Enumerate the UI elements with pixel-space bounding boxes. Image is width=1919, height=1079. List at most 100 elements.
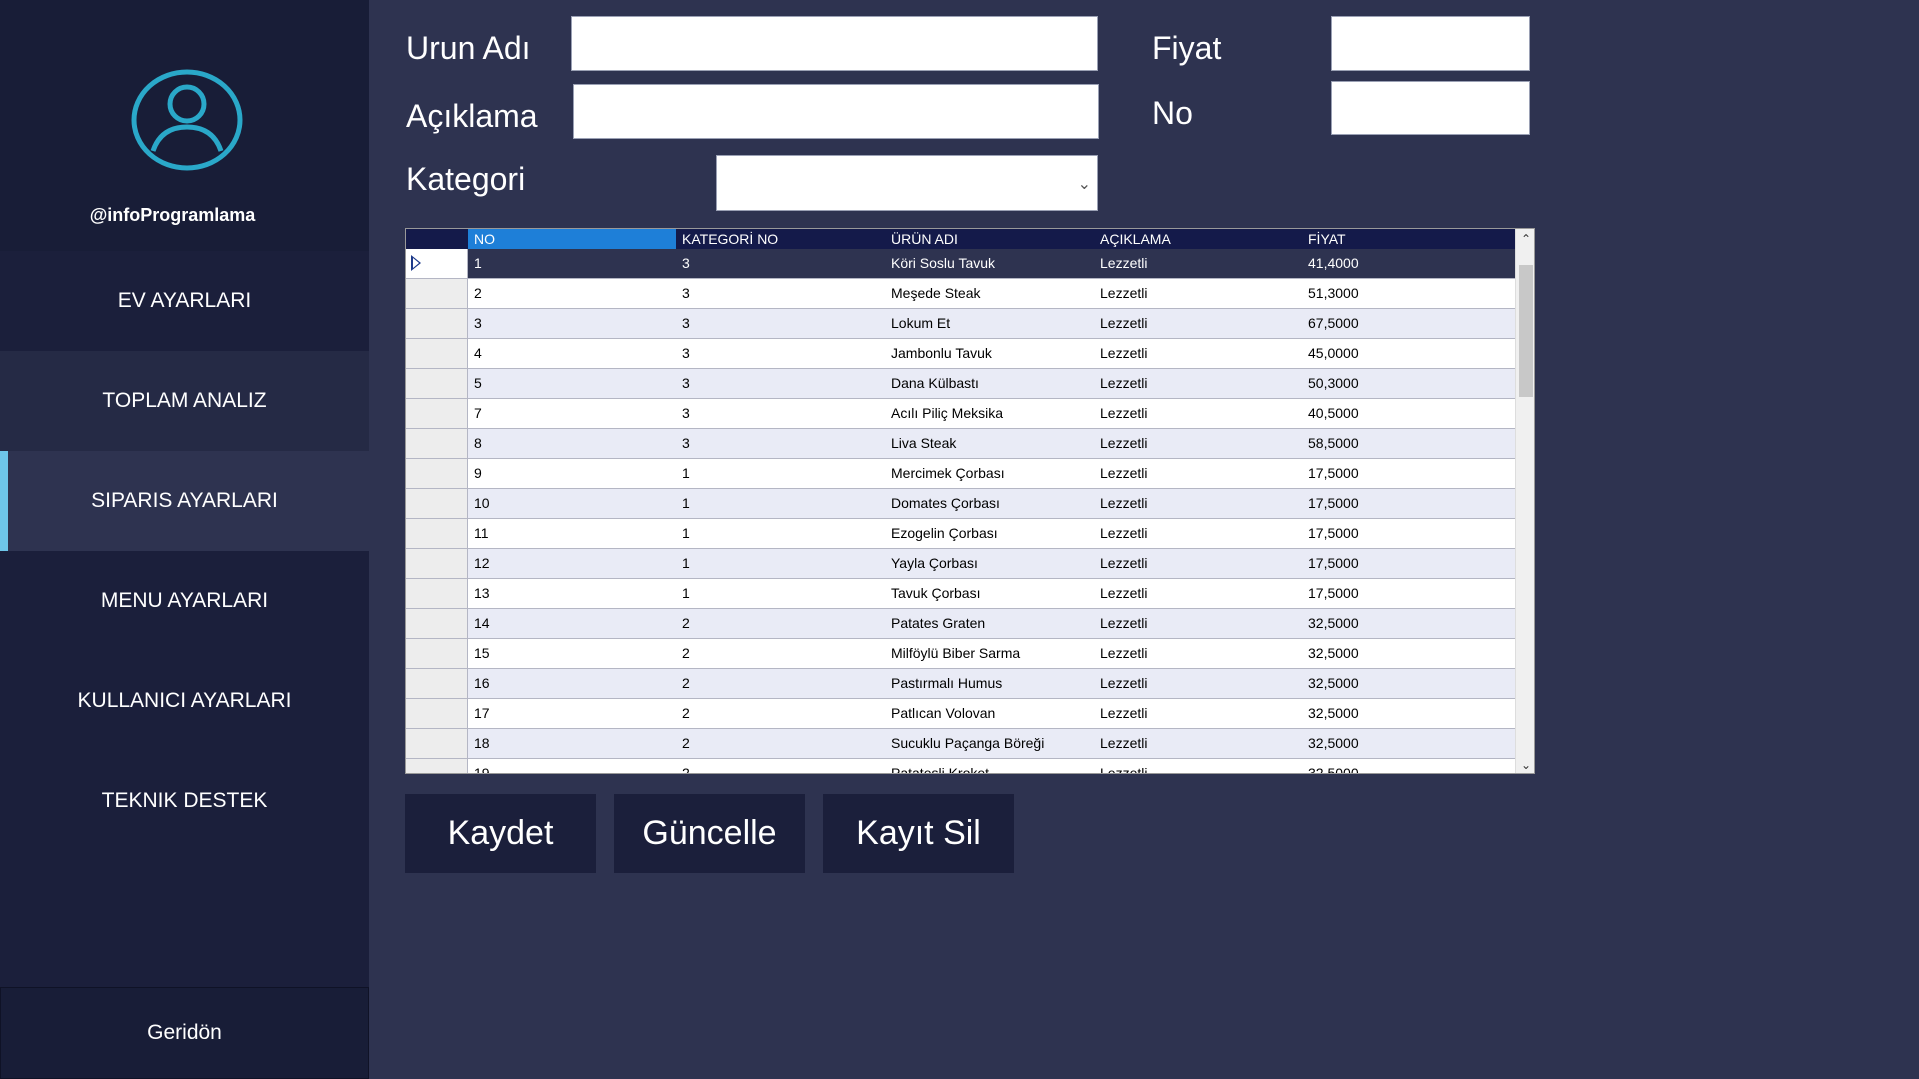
cell-no[interactable]: 3 (468, 309, 676, 338)
row-header[interactable] (406, 609, 468, 638)
cell-aciklama[interactable]: Lezzetli (1094, 339, 1302, 368)
cell-fiyat[interactable]: 32,5000 (1302, 639, 1515, 668)
table-row[interactable]: 7 3 Acılı Piliç Meksika Lezzetli 40,5000 (406, 399, 1515, 429)
table-row[interactable]: 2 3 Meşede Steak Lezzetli 51,3000 (406, 279, 1515, 309)
cell-no[interactable]: 13 (468, 579, 676, 608)
header-kategori-no[interactable]: KATEGORİ NO (676, 229, 885, 249)
chevron-up-icon[interactable]: ⌃ (1516, 229, 1534, 249)
cell-urun-adi[interactable]: Acılı Piliç Meksika (885, 399, 1094, 428)
cell-kategori-no[interactable]: 2 (676, 669, 885, 698)
scroll-thumb[interactable] (1519, 265, 1533, 397)
cell-urun-adi[interactable]: Yayla Çorbası (885, 549, 1094, 578)
cell-fiyat[interactable]: 17,5000 (1302, 489, 1515, 518)
cell-kategori-no[interactable]: 2 (676, 759, 885, 773)
row-header[interactable] (406, 249, 468, 278)
cell-urun-adi[interactable]: Domates Çorbası (885, 489, 1094, 518)
cell-aciklama[interactable]: Lezzetli (1094, 369, 1302, 398)
row-header[interactable] (406, 549, 468, 578)
nav-siparis-ayarlari[interactable]: SIPARIS AYARLARI (0, 451, 369, 551)
cell-urun-adi[interactable]: Mercimek Çorbası (885, 459, 1094, 488)
cell-kategori-no[interactable]: 1 (676, 549, 885, 578)
row-header[interactable] (406, 459, 468, 488)
nav-kullanici-ayarlari[interactable]: KULLANICI AYARLARI (0, 651, 369, 751)
cell-aciklama[interactable]: Lezzetli (1094, 549, 1302, 578)
cell-kategori-no[interactable]: 2 (676, 639, 885, 668)
cell-no[interactable]: 14 (468, 609, 676, 638)
cell-aciklama[interactable]: Lezzetli (1094, 609, 1302, 638)
chevron-down-icon[interactable]: ⌄ (1516, 755, 1534, 773)
cell-aciklama[interactable]: Lezzetli (1094, 249, 1302, 278)
cell-fiyat[interactable]: 51,3000 (1302, 279, 1515, 308)
cell-aciklama[interactable]: Lezzetli (1094, 489, 1302, 518)
cell-fiyat[interactable]: 17,5000 (1302, 579, 1515, 608)
cell-urun-adi[interactable]: Ezogelin Çorbası (885, 519, 1094, 548)
row-header[interactable] (406, 669, 468, 698)
cell-no[interactable]: 12 (468, 549, 676, 578)
products-grid[interactable]: NO KATEGORİ NO ÜRÜN ADI AÇIKLAMA FİYAT 1… (405, 228, 1535, 774)
cell-aciklama[interactable]: Lezzetli (1094, 699, 1302, 728)
cell-no[interactable]: 16 (468, 669, 676, 698)
row-header[interactable] (406, 309, 468, 338)
header-fiyat[interactable]: FİYAT (1302, 229, 1515, 249)
cell-kategori-no[interactable]: 1 (676, 459, 885, 488)
table-row[interactable]: 10 1 Domates Çorbası Lezzetli 17,5000 (406, 489, 1515, 519)
cell-urun-adi[interactable]: Tavuk Çorbası (885, 579, 1094, 608)
cell-fiyat[interactable]: 17,5000 (1302, 519, 1515, 548)
row-header[interactable] (406, 579, 468, 608)
cell-no[interactable]: 9 (468, 459, 676, 488)
cell-kategori-no[interactable]: 3 (676, 279, 885, 308)
cell-urun-adi[interactable]: Milföylü Biber Sarma (885, 639, 1094, 668)
cell-no[interactable]: 7 (468, 399, 676, 428)
cell-fiyat[interactable]: 41,4000 (1302, 249, 1515, 278)
cell-fiyat[interactable]: 32,5000 (1302, 669, 1515, 698)
header-no[interactable]: NO (468, 229, 676, 249)
cell-aciklama[interactable]: Lezzetli (1094, 309, 1302, 338)
cell-kategori-no[interactable]: 2 (676, 699, 885, 728)
table-row[interactable]: 12 1 Yayla Çorbası Lezzetli 17,5000 (406, 549, 1515, 579)
cell-urun-adi[interactable]: Liva Steak (885, 429, 1094, 458)
cell-no[interactable]: 11 (468, 519, 676, 548)
cell-fiyat[interactable]: 17,5000 (1302, 459, 1515, 488)
table-row[interactable]: 13 1 Tavuk Çorbası Lezzetli 17,5000 (406, 579, 1515, 609)
cell-fiyat[interactable]: 32,5000 (1302, 729, 1515, 758)
cell-kategori-no[interactable]: 3 (676, 369, 885, 398)
row-header[interactable] (406, 699, 468, 728)
table-row[interactable]: 15 2 Milföylü Biber Sarma Lezzetli 32,5000 (406, 639, 1515, 669)
cell-urun-adi[interactable]: Meşede Steak (885, 279, 1094, 308)
row-header[interactable] (406, 429, 468, 458)
aciklama-input[interactable] (573, 84, 1099, 139)
cell-kategori-no[interactable]: 3 (676, 309, 885, 338)
cell-kategori-no[interactable]: 3 (676, 429, 885, 458)
cell-aciklama[interactable]: Lezzetli (1094, 519, 1302, 548)
nav-toplam-analiz[interactable]: TOPLAM ANALIZ (0, 351, 369, 451)
row-header[interactable] (406, 519, 468, 548)
cell-kategori-no[interactable]: 3 (676, 339, 885, 368)
table-row[interactable]: 11 1 Ezogelin Çorbası Lezzetli 17,5000 (406, 519, 1515, 549)
cell-no[interactable]: 1 (468, 249, 676, 278)
cell-no[interactable]: 15 (468, 639, 676, 668)
nav-teknik-destek[interactable]: TEKNIK DESTEK (0, 751, 369, 851)
cell-aciklama[interactable]: Lezzetli (1094, 759, 1302, 773)
cell-fiyat[interactable]: 32,5000 (1302, 699, 1515, 728)
fiyat-input[interactable] (1331, 16, 1530, 71)
cell-aciklama[interactable]: Lezzetli (1094, 579, 1302, 608)
header-urun-adi[interactable]: ÜRÜN ADI (885, 229, 1094, 249)
cell-aciklama[interactable]: Lezzetli (1094, 729, 1302, 758)
cell-aciklama[interactable]: Lezzetli (1094, 639, 1302, 668)
cell-fiyat[interactable]: 50,3000 (1302, 369, 1515, 398)
cell-urun-adi[interactable]: Sucuklu Paçanga Böreği (885, 729, 1094, 758)
cell-aciklama[interactable]: Lezzetli (1094, 279, 1302, 308)
table-row[interactable]: 8 3 Liva Steak Lezzetli 58,5000 (406, 429, 1515, 459)
urun-adi-input[interactable] (571, 16, 1098, 71)
cell-aciklama[interactable]: Lezzetli (1094, 669, 1302, 698)
cell-kategori-no[interactable]: 1 (676, 489, 885, 518)
table-row[interactable]: 3 3 Lokum Et Lezzetli 67,5000 (406, 309, 1515, 339)
nav-menu-ayarlari[interactable]: MENU AYARLARI (0, 551, 369, 651)
no-input[interactable] (1331, 81, 1530, 135)
row-header[interactable] (406, 399, 468, 428)
cell-aciklama[interactable]: Lezzetli (1094, 429, 1302, 458)
table-row[interactable]: 9 1 Mercimek Çorbası Lezzetli 17,5000 (406, 459, 1515, 489)
cell-urun-adi[interactable]: Köri Soslu Tavuk (885, 249, 1094, 278)
cell-fiyat[interactable]: 40,5000 (1302, 399, 1515, 428)
save-button[interactable]: Kaydet (405, 794, 596, 873)
